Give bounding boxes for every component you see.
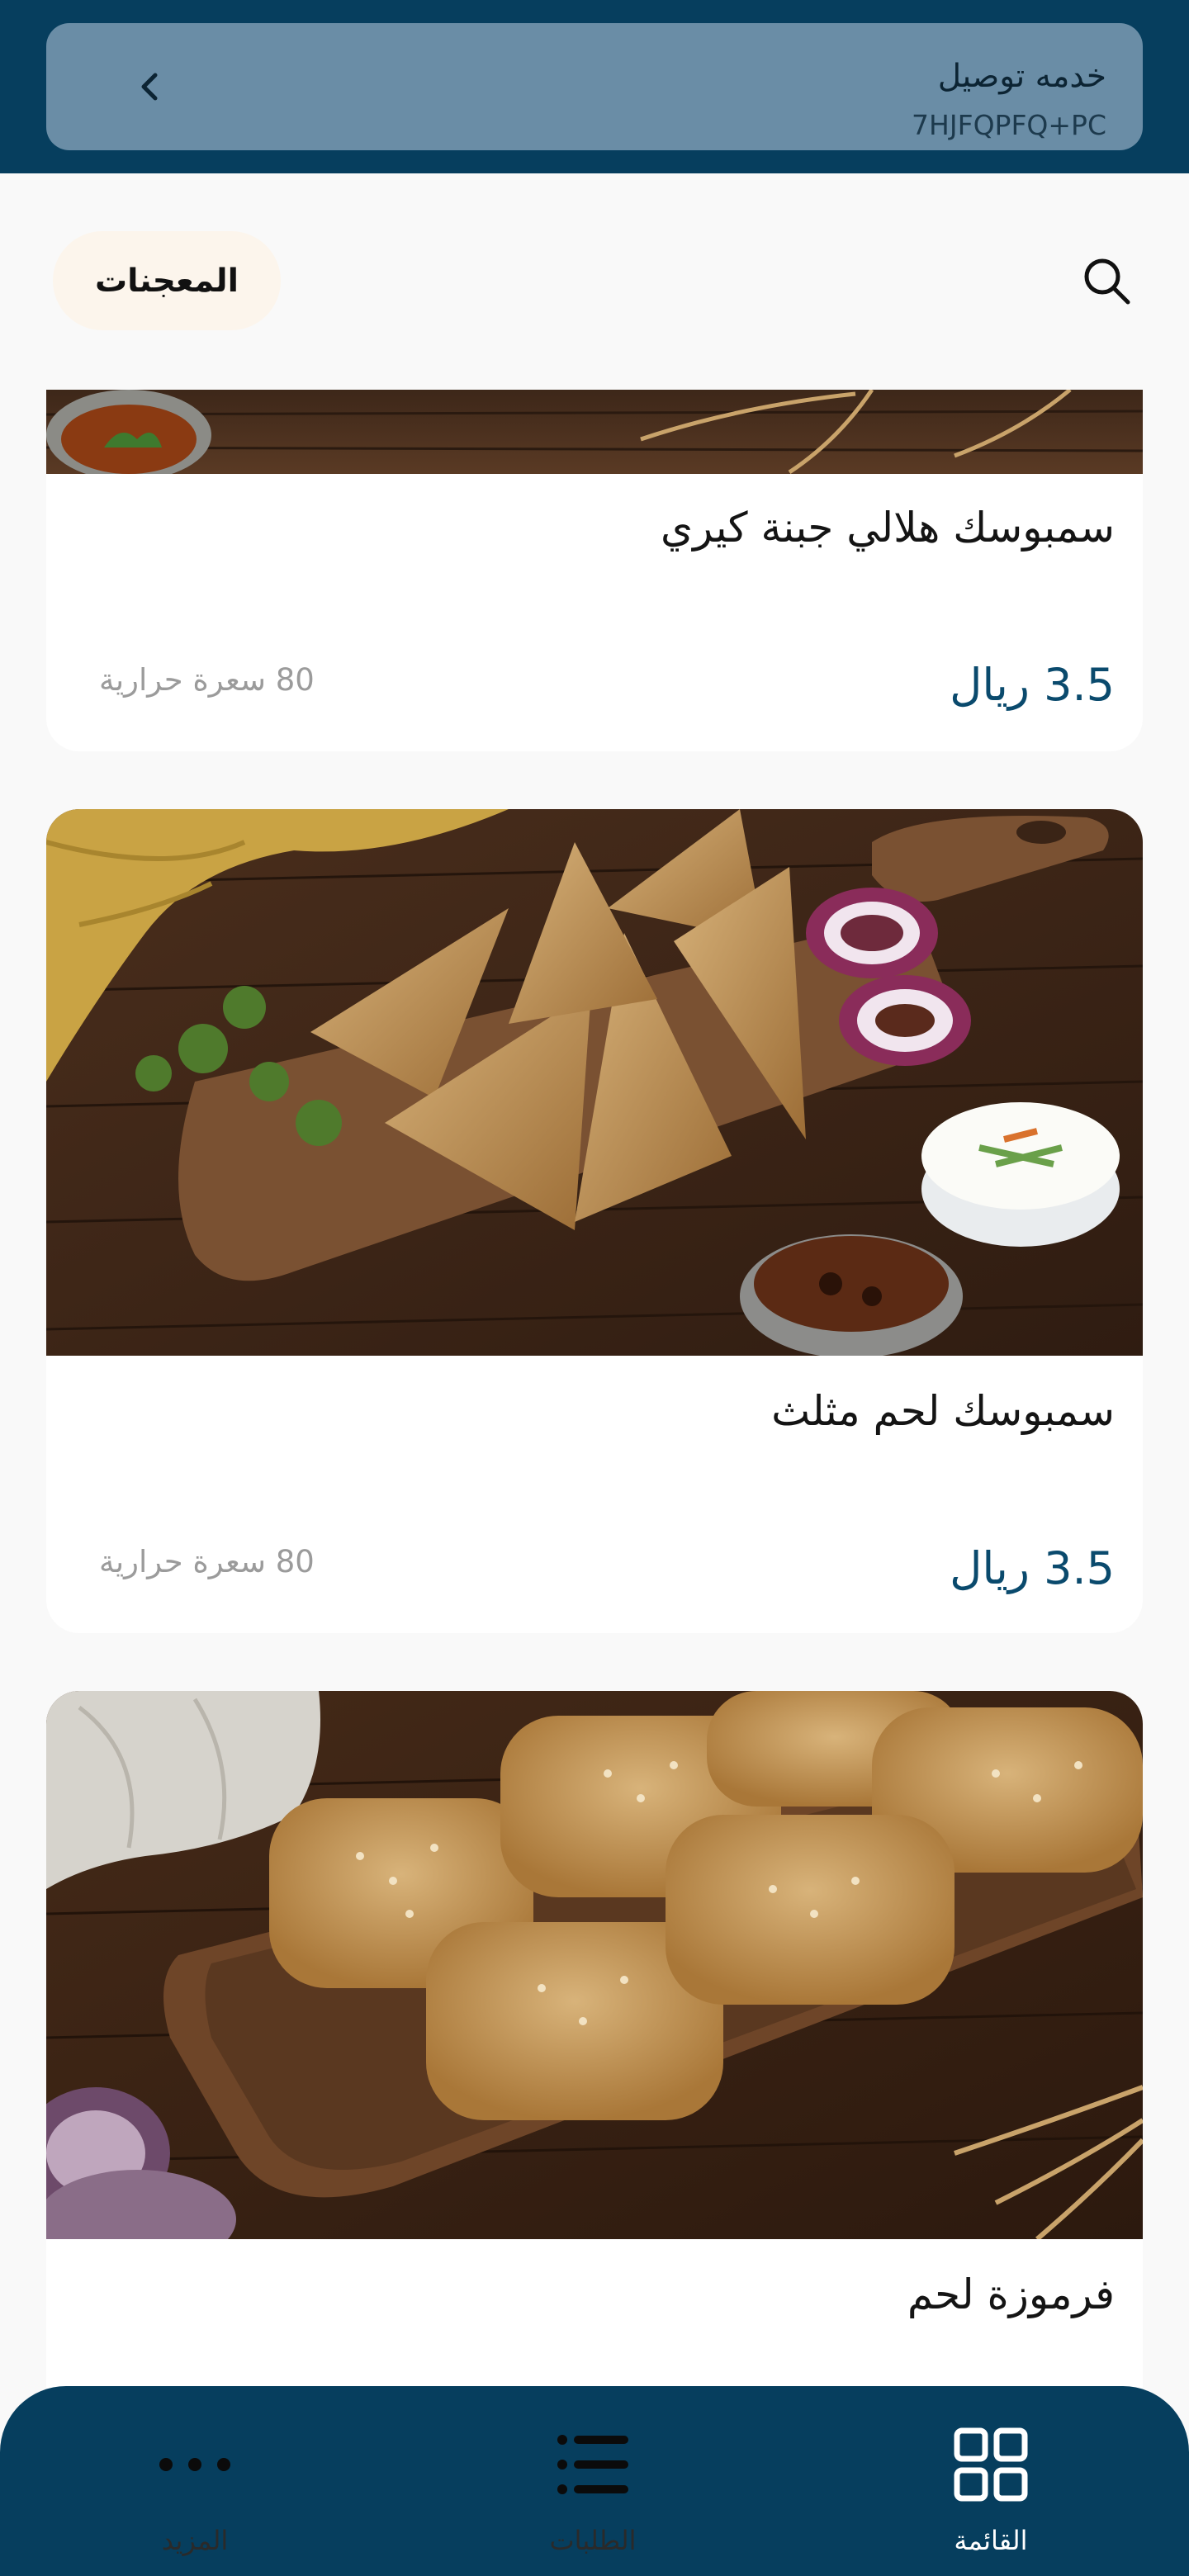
item-image: [46, 1691, 1143, 2239]
nav-item-orders[interactable]: الطلبات: [469, 2386, 717, 2576]
nav-item-more[interactable]: المزيد: [71, 2386, 319, 2576]
item-name: سمبوسك هلالي جبنة كيري: [660, 504, 1115, 552]
bottom-navigation: القائمة الطلبات المزيد: [0, 2386, 1189, 2576]
menu-item-card[interactable]: سمبوسك لحم مثلث 3.5 ريال 80 سعرة حرارية: [46, 809, 1143, 1633]
menu-item-card[interactable]: سمبوسك هلالي جبنة كيري 3.5 ريال 80 سعرة …: [46, 390, 1143, 751]
delivery-service-title: خدمه توصيل: [937, 58, 1106, 95]
item-name: سمبوسك لحم مثلث: [771, 1387, 1115, 1435]
nav-label-menu: القائمة: [954, 2525, 1028, 2556]
search-icon[interactable]: [1073, 248, 1139, 314]
top-bar: خدمه توصيل 7HJFQPFQ+PC: [0, 0, 1189, 173]
nav-label-orders: الطلبات: [549, 2525, 637, 2556]
location-code: 7HJFQPFQ+PC: [912, 109, 1106, 141]
nav-label-more: المزيد: [161, 2525, 229, 2556]
more-dots-icon: [71, 2419, 319, 2510]
delivery-location-card[interactable]: خدمه توصيل 7HJFQPFQ+PC: [46, 23, 1143, 150]
item-calories: 80 سعرة حرارية: [99, 1544, 315, 1579]
grid-icon: [867, 2419, 1115, 2510]
list-icon: [469, 2419, 717, 2510]
item-calories: 80 سعرة حرارية: [99, 662, 315, 698]
item-price: 3.5 ريال: [950, 659, 1115, 711]
item-image: [46, 390, 1143, 474]
item-name: فرموزة لحم: [907, 2271, 1115, 2318]
nav-item-menu[interactable]: القائمة: [867, 2386, 1115, 2576]
item-price: 3.5 ريال: [950, 1542, 1115, 1594]
item-image: [46, 809, 1143, 1356]
chevron-left-icon[interactable]: [129, 66, 170, 107]
category-chip-pastries[interactable]: المعجنات: [53, 231, 281, 330]
